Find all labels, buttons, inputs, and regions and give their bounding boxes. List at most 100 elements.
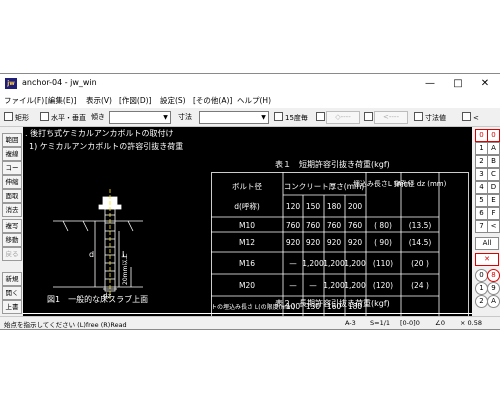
status-angle[interactable]: ∠0 xyxy=(435,319,445,327)
cell-r3-c1: — xyxy=(289,259,297,268)
dash-pattern-1[interactable]: ◇---- xyxy=(326,111,360,124)
menu-view[interactable]: 表示(V) xyxy=(86,95,112,106)
layer-F[interactable]: F xyxy=(487,207,500,220)
cell-r2-c5: ( 90) xyxy=(374,238,392,247)
tool-stretch[interactable]: 伸縮 xyxy=(2,175,22,189)
menu-settings[interactable]: 設定(S) xyxy=(160,95,186,106)
cell-r3-c2: 1,200 xyxy=(302,259,324,268)
layer-bottom-9[interactable]: 9 xyxy=(487,282,500,295)
dim-d: d xyxy=(89,250,94,259)
layer-palette: 0 0 1 A 2 B 3 C 4 D 5 E 6 F 7 < All ✕ 0 … xyxy=(473,127,500,315)
layer-D[interactable]: D xyxy=(487,181,500,194)
anchor-bolt-figure: d L dz 20mm以上 xyxy=(53,189,143,300)
cell-r3-c3: 1,200 xyxy=(323,259,345,268)
title-bar: jw anchor-04 - jw_win — □ ✕ xyxy=(0,74,500,93)
rect-checkbox[interactable]: 矩形 xyxy=(4,112,29,123)
cell-r4-c2: — xyxy=(309,281,317,290)
dim-min-depth: 20mm以上 xyxy=(121,254,129,285)
layer-bottom-A[interactable]: A xyxy=(487,295,500,308)
menu-draw[interactable]: [作図(D)] xyxy=(119,95,151,106)
cell-r0-c0: d(呼称) xyxy=(234,201,260,211)
cell-r4-c6: (24 ) xyxy=(411,281,429,290)
cell-r1-c0: M10 xyxy=(239,221,255,230)
left-tool-palette: 範囲 複線 コーナー 伸縮 面取 消去 複写 移動 戻る 新規 開く 上書 xyxy=(0,127,22,315)
cell-r3-c5: (110) xyxy=(373,259,393,268)
tool-erase[interactable]: 消去 xyxy=(2,203,22,217)
close-button[interactable]: ✕ xyxy=(474,75,496,92)
layer-lt[interactable]: < xyxy=(487,220,500,233)
menu-bar: ファイル(F) [編集(E)] 表示(V) [作図(D)] 設定(S) [その他… xyxy=(0,93,500,108)
fifteen-degree-checkbox[interactable]: 15度毎 xyxy=(274,112,308,123)
cell-r2-c2: 920 xyxy=(306,238,321,247)
status-zoom[interactable]: × 0.58 xyxy=(460,319,482,327)
cell-r1-c4: 760 xyxy=(348,221,363,230)
dimension-value-checkbox[interactable]: 寸法値 xyxy=(414,112,446,123)
tilt-combo[interactable]: ▼ xyxy=(109,111,171,124)
cell-r1-c6: (13.5) xyxy=(409,221,432,230)
layer-all-button[interactable]: All xyxy=(475,237,499,250)
layer-0[interactable]: 0 xyxy=(487,129,500,142)
cell-r2-c0: M12 xyxy=(239,238,255,247)
tool-chamfer[interactable]: 面取 xyxy=(2,189,22,203)
table2-title: 表２ 長期許容引抜き荷重(kgf) xyxy=(275,299,390,308)
dash-pattern-2[interactable]: <---- xyxy=(374,111,408,124)
cell-r1-c2: 760 xyxy=(306,221,321,230)
tilt-label: 傾き xyxy=(91,113,105,121)
tool-open[interactable]: 開く xyxy=(2,286,22,300)
cell-r4-c3: 1,200 xyxy=(323,281,345,290)
menu-help[interactable]: ヘルプ(H) xyxy=(237,95,271,106)
minimize-button[interactable]: — xyxy=(419,75,441,92)
figure-caption: 図1 一般的な床スラブ上面 xyxy=(47,295,149,304)
menu-file[interactable]: ファイル(F) xyxy=(4,95,44,106)
cell-r3-c6: (20 ) xyxy=(411,259,429,268)
cell-r1-c3: 760 xyxy=(327,221,342,230)
tool-corner[interactable]: コーナー xyxy=(2,161,22,184)
dimension-label: 寸法 xyxy=(178,113,192,121)
menu-other[interactable]: [その他(A)] xyxy=(193,95,232,106)
cell-r4-c5: (120) xyxy=(373,281,393,290)
maximize-button[interactable]: □ xyxy=(447,75,469,92)
tool-range[interactable]: 範囲 xyxy=(2,133,22,147)
tool-undo[interactable]: 戻る xyxy=(2,247,22,261)
layer-B[interactable]: B xyxy=(487,155,500,168)
th-bolt: ボルト径 xyxy=(232,181,262,191)
tool-copy[interactable]: 複写 xyxy=(2,219,22,233)
drawing-canvas[interactable]: . 後打ち式ケミカルアンカボルトの取付け 1) ケミカルアンカボルトの許容引抜き… xyxy=(23,127,472,316)
status-paper[interactable]: A-3 xyxy=(345,319,356,327)
less-than-checkbox[interactable]: < xyxy=(462,112,479,122)
layer-E[interactable]: E xyxy=(487,194,500,207)
status-bar: 始点を指示してください (L)free (R)Read A-3 S=1/1 [0… xyxy=(0,316,500,329)
cell-r2-c1: 920 xyxy=(286,238,301,247)
layer-C[interactable]: C xyxy=(487,168,500,181)
divider xyxy=(23,313,472,314)
cell-r4-c4: 1,200 xyxy=(344,281,366,290)
cell-r0-c3: 180 xyxy=(327,202,342,211)
tool-overwrite[interactable]: 上書 xyxy=(2,300,22,314)
cell-r4-c0: M20 xyxy=(239,281,255,290)
cell-r2-c6: (14.5) xyxy=(409,238,432,247)
cell-r0-c1: 120 xyxy=(286,202,301,211)
attribute-toolbar: 矩形 水平・垂直 傾き ▼ 寸法 ▼ 15度毎 ◇---- <---- 寸法値 … xyxy=(0,109,500,127)
cell-r1-c5: ( 80) xyxy=(374,221,392,230)
horizontal-vertical-checkbox[interactable]: 水平・垂直 xyxy=(40,112,86,123)
table1-title: 表１ 短期許容引抜き荷重(kgf) xyxy=(275,160,390,169)
jw-app-icon: jw xyxy=(5,78,17,89)
tool-new[interactable]: 新規 xyxy=(2,272,22,286)
status-layer[interactable]: [0-0]0 xyxy=(400,319,420,327)
tool-move[interactable]: 移動 xyxy=(2,233,22,247)
tool-offset[interactable]: 複線 xyxy=(2,147,22,161)
menu-edit[interactable]: [編集(E)] xyxy=(45,95,76,106)
cell-r0-c2: 150 xyxy=(306,202,321,211)
cell-r2-c3: 920 xyxy=(327,238,342,247)
status-scale[interactable]: S=1/1 xyxy=(370,319,390,327)
dimension-combo[interactable]: ▼ xyxy=(199,111,269,124)
status-hint: 始点を指示してください (L)free (R)Read xyxy=(4,321,127,329)
layer-A[interactable]: A xyxy=(487,142,500,155)
layer-bottom-8[interactable]: 8 xyxy=(487,269,500,282)
app-window: jw anchor-04 - jw_win — □ ✕ ファイル(F) [編集(… xyxy=(0,73,500,330)
cell-r3-c0: M16 xyxy=(239,259,255,268)
cell-r1-c1: 760 xyxy=(286,221,301,230)
close-icon[interactable]: ✕ xyxy=(475,253,499,266)
chevron-down-icon: ▼ xyxy=(261,114,266,121)
cell-r2-c4: 920 xyxy=(348,238,363,247)
